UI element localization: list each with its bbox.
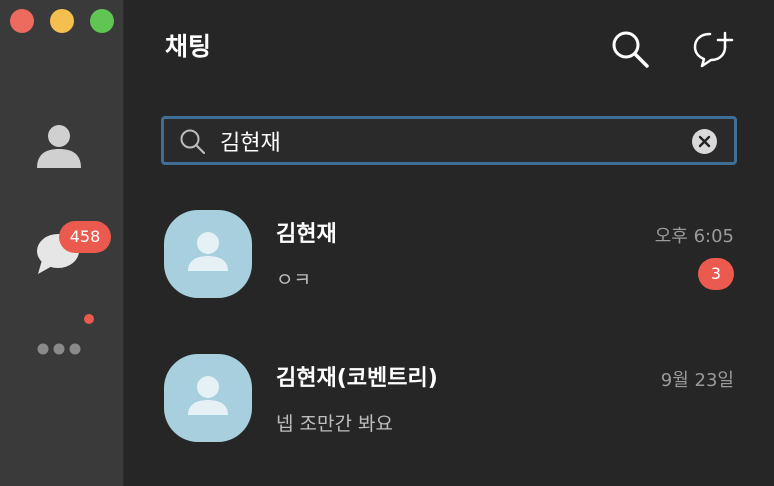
more-dots-icon xyxy=(37,343,81,355)
chat-last-message: ㅇㅋ xyxy=(276,269,311,291)
default-profile-icon xyxy=(188,232,228,271)
sidebar-item-more[interactable] xyxy=(34,336,86,362)
chat-list-item[interactable]: 김현재 ㅇㅋ 오후 6:05 3 xyxy=(124,196,774,326)
default-profile-icon xyxy=(188,376,228,415)
chat-list-item[interactable]: 김현재(코벤트리) 넵 조만간 봐요 9월 23일 xyxy=(124,340,774,470)
notification-dot xyxy=(84,314,94,324)
chat-timestamp: 9월 23일 xyxy=(660,370,734,391)
window-zoom-button[interactable] xyxy=(90,9,114,33)
unread-count-badge: 3 xyxy=(698,258,734,290)
search-field xyxy=(161,116,737,165)
chat-name: 김현재(코벤트리) xyxy=(276,366,438,391)
unread-total-badge: 458 xyxy=(59,221,111,253)
clear-search-button[interactable] xyxy=(692,129,717,154)
chat-timestamp: 오후 6:05 xyxy=(654,226,734,247)
search-icon xyxy=(180,129,206,155)
window-minimize-button[interactable] xyxy=(50,9,74,33)
search-button[interactable] xyxy=(609,28,651,70)
avatar xyxy=(164,354,252,442)
new-chat-button[interactable] xyxy=(692,28,734,70)
sidebar-item-friends[interactable] xyxy=(34,120,84,170)
page-title: 채팅 xyxy=(165,32,212,61)
window-close-button[interactable] xyxy=(10,9,34,33)
sidebar: 458 xyxy=(0,0,124,486)
new-chat-icon xyxy=(693,31,734,68)
search-input[interactable] xyxy=(220,124,680,157)
search-icon xyxy=(612,31,649,68)
chat-name: 김현재 xyxy=(276,222,337,247)
chat-last-message: 넵 조만간 봐요 xyxy=(276,413,393,435)
close-icon xyxy=(698,135,711,148)
person-icon xyxy=(37,125,81,168)
avatar xyxy=(164,210,252,298)
